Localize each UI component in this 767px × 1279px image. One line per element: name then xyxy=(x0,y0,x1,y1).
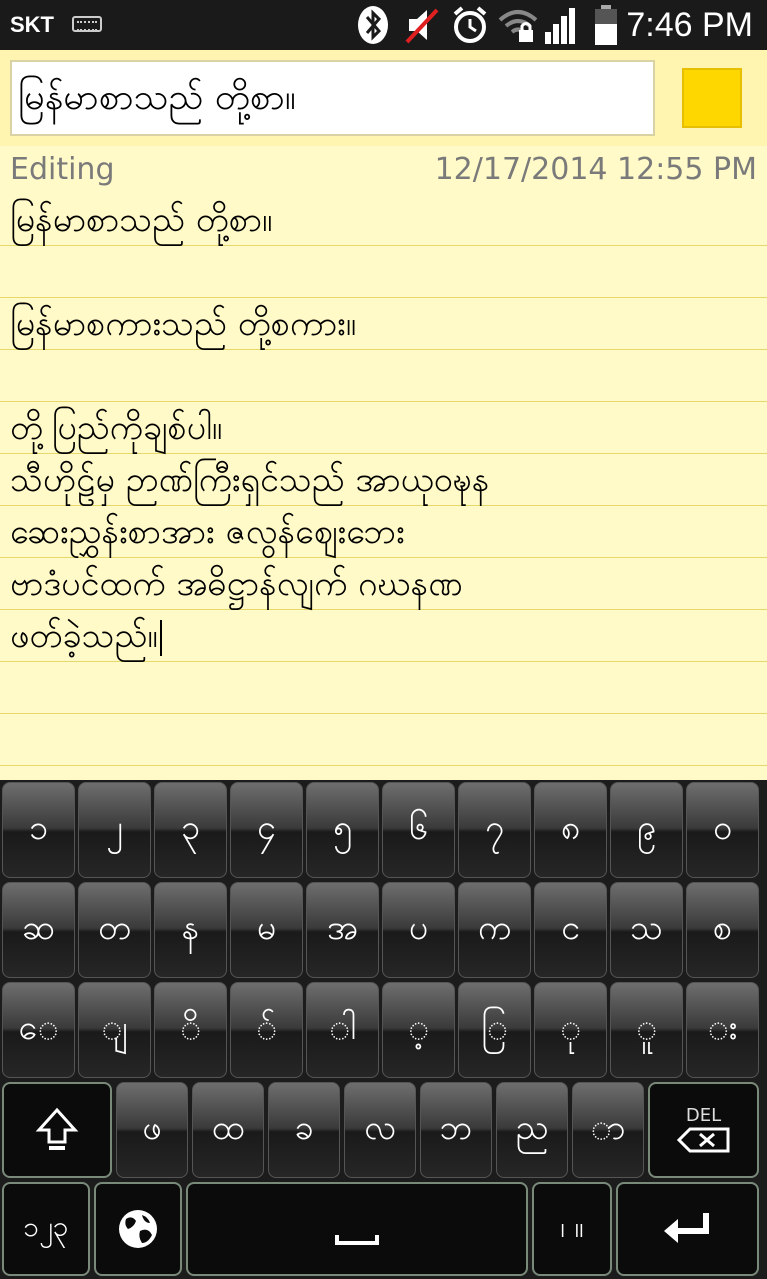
backspace-icon xyxy=(676,1127,729,1153)
key-dot-below[interactable]: ့ xyxy=(382,982,455,1078)
note-info-bar: Editing 12/17/2014 12:55 PM xyxy=(0,146,767,194)
key-9[interactable]: ၉ xyxy=(610,782,683,878)
enter-icon xyxy=(663,1213,709,1243)
note-line: မြန်မာစကားသည် တို့စကား။ xyxy=(10,304,357,344)
key-a[interactable]: အ xyxy=(306,882,379,978)
key-vowel-i[interactable]: ိ xyxy=(154,982,227,1078)
key-vowel-u[interactable]: ု xyxy=(534,982,607,1078)
enter-key[interactable] xyxy=(616,1182,759,1276)
note-line: သီဟိုဠ်မှ ဉာဏ်ကြီးရှင်သည် အာယုဝဍ္ဎန xyxy=(10,460,490,500)
key-3[interactable]: ၃ xyxy=(154,782,227,878)
battery-icon xyxy=(595,5,617,45)
key-vowel-tall-aa[interactable]: ါ xyxy=(306,982,379,1078)
language-key[interactable] xyxy=(94,1182,182,1276)
key-6[interactable]: ၆ xyxy=(382,782,455,878)
note-line-text: ဖတ်ခဲ့သည်။ xyxy=(10,616,158,656)
shift-key[interactable] xyxy=(2,1082,112,1178)
key-vowel-aa[interactable]: ာ xyxy=(572,1082,644,1178)
key-4[interactable]: ၄ xyxy=(230,782,303,878)
key-ta[interactable]: တ xyxy=(78,882,151,978)
myanmar-keyboard: ၁ ၂ ၃ ၄ ၅ ၆ ၇ ၈ ၉ ၀ ဆ တ န မ အ ပ က င သ စ … xyxy=(0,780,767,1279)
key-hta[interactable]: ထ xyxy=(192,1082,264,1178)
space-icon xyxy=(335,1235,379,1245)
key-sa[interactable]: စ xyxy=(686,882,759,978)
key-pha[interactable]: ဖ xyxy=(116,1082,188,1178)
key-vowel-uu[interactable]: ူ xyxy=(610,982,683,1078)
note-title-input[interactable]: မြန်မာစာသည် တို့စာ။ xyxy=(10,60,655,136)
key-8[interactable]: ၈ xyxy=(534,782,607,878)
key-5[interactable]: ၅ xyxy=(306,782,379,878)
key-ma[interactable]: မ xyxy=(230,882,303,978)
key-2[interactable]: ၂ xyxy=(78,782,151,878)
alarm-icon xyxy=(453,6,487,43)
signal-icon xyxy=(545,8,575,44)
mute-icon xyxy=(405,8,439,44)
note-line: ဆေးညွှန်းစာအား ဇလွန်ဈေးဘေး xyxy=(10,512,405,552)
keyboard-indicator-icon xyxy=(72,16,102,32)
key-tha[interactable]: သ xyxy=(610,882,683,978)
globe-icon xyxy=(119,1210,157,1248)
key-la[interactable]: လ xyxy=(344,1082,416,1178)
key-medial-ra[interactable]: ြ xyxy=(458,982,531,1078)
note-line: မြန်မာစာသည် တို့စာ။ xyxy=(10,200,273,240)
key-vowel-e[interactable]: ေ xyxy=(2,982,75,1078)
status-clock: 7:46 PM xyxy=(626,6,753,44)
delete-label: DEL xyxy=(685,1105,722,1126)
numeric-toggle-key[interactable]: ၁၂၃ xyxy=(2,1182,90,1276)
delete-key[interactable]: DEL xyxy=(648,1082,759,1178)
key-na[interactable]: န xyxy=(154,882,227,978)
mode-label: Editing xyxy=(10,152,115,187)
note-line: ဗာဒံပင်ထက် အဓိဋ္ဌာန်လျက် ဂဃနဏ xyxy=(10,564,463,604)
punctuation-key[interactable]: ၊ ။ xyxy=(532,1182,612,1276)
text-cursor xyxy=(159,619,162,656)
key-0[interactable]: ၀ xyxy=(686,782,759,878)
key-visarga[interactable]: း xyxy=(686,982,759,1078)
bluetooth-icon xyxy=(358,6,388,44)
key-kha[interactable]: ခ xyxy=(268,1082,340,1178)
key-medial-ya[interactable]: ျ xyxy=(78,982,151,1078)
key-ba[interactable]: ဘ xyxy=(420,1082,492,1178)
note-line-last: ဖတ်ခဲ့သည်။ xyxy=(10,610,162,662)
space-key[interactable] xyxy=(186,1182,528,1276)
key-pa[interactable]: ပ xyxy=(382,882,455,978)
title-bar: မြန်မာစာသည် တို့စာ။ xyxy=(0,50,767,146)
note-line: တို့ပြည်ကိုချစ်ပါ။ xyxy=(10,408,223,448)
key-nya[interactable]: ည xyxy=(496,1082,568,1178)
note-color-button[interactable] xyxy=(682,68,742,128)
note-body[interactable]: မြန်မာစာသည် တို့စာ။ မြန်မာစကားသည် တို့စက… xyxy=(0,194,767,780)
key-hsa[interactable]: ဆ xyxy=(2,882,75,978)
key-asat[interactable]: ် xyxy=(230,982,303,1078)
note-datetime: 12/17/2014 12:55 PM xyxy=(434,152,757,187)
key-nga[interactable]: င xyxy=(534,882,607,978)
key-ka[interactable]: က xyxy=(458,882,531,978)
carrier-label: SKT xyxy=(10,12,54,37)
status-bar: SKT 7:46 PM xyxy=(0,0,767,50)
key-7[interactable]: ၇ xyxy=(458,782,531,878)
shift-icon xyxy=(35,1107,79,1150)
key-1[interactable]: ၁ xyxy=(2,782,75,878)
wifi-icon xyxy=(498,10,538,42)
